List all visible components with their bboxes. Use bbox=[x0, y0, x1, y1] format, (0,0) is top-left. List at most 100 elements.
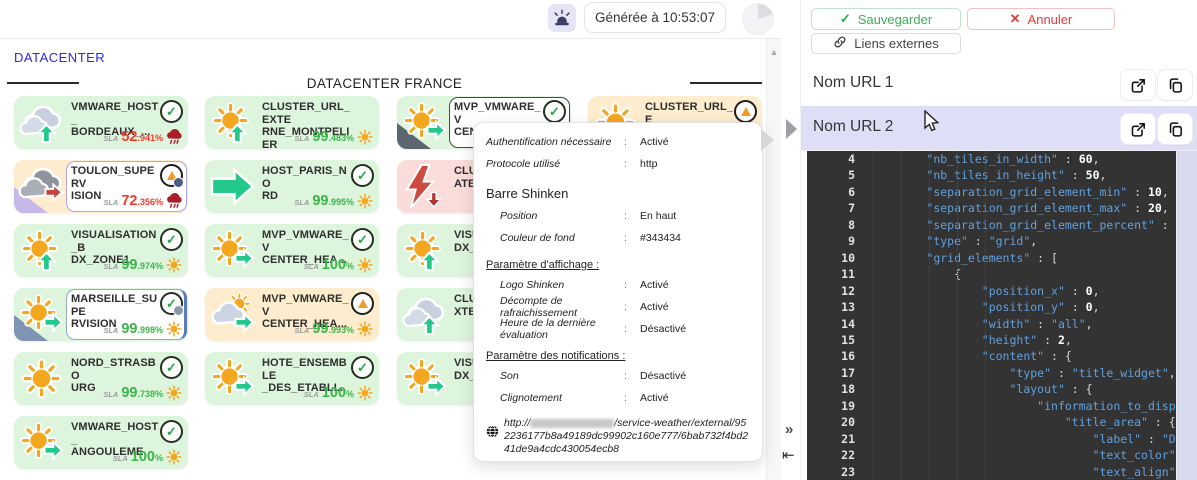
code-line[interactable]: 21 "label" : "DA bbox=[807, 431, 1176, 447]
sun-up-icon bbox=[18, 227, 65, 274]
service-tile[interactable]: VMWARE_HOST_ BORDEAUX_...SLA52.941%✓ bbox=[14, 96, 188, 149]
service-tile[interactable]: MVP_VMWARE_V CENTER_HEA...SLA99.993% bbox=[205, 288, 379, 341]
sun-mini-icon bbox=[357, 257, 373, 273]
service-tile[interactable]: HOST_PARIS_NO RDSLA99.995%✓ bbox=[205, 160, 379, 213]
cloud-up-icon bbox=[18, 99, 65, 146]
service-tile[interactable]: MARSEILLE_SUPE RVISIONSLA99.998%✓ bbox=[14, 288, 188, 341]
service-tile[interactable]: NORD_STRASBO URGSLA99.738%✓ bbox=[14, 352, 188, 405]
sun-right-icon bbox=[401, 355, 448, 402]
service-tile[interactable]: HOTE_ENSEMBLE _DES_ETABLI...SLA100%✓ bbox=[205, 352, 379, 405]
indent-guide bbox=[873, 151, 874, 480]
line-number: 23 bbox=[807, 464, 871, 480]
service-tile[interactable]: VISUALISATION_B DX_ZONE1SLA99.974%✓ bbox=[14, 224, 188, 277]
status-ok-badge: ✓ bbox=[351, 356, 374, 379]
sla-value: SLA99.998% bbox=[103, 321, 182, 337]
copy-url-button[interactable] bbox=[1157, 69, 1193, 101]
generated-time-button[interactable]: Générée à 10:53:07 bbox=[584, 2, 726, 33]
sun-mini-icon bbox=[166, 257, 182, 273]
url-config-panel: ✓ Sauvegarder ✕ Annuler Liens externes N… bbox=[800, 0, 1197, 480]
external-links-button[interactable]: Liens externes bbox=[811, 33, 961, 54]
code-line[interactable]: 9 "type" : "grid", bbox=[807, 233, 1176, 249]
globe-icon bbox=[486, 417, 504, 456]
editor-scrollbar[interactable] bbox=[1176, 151, 1197, 480]
cloud-up-icon bbox=[401, 291, 448, 338]
tooltip-property-row: Clignotement:Activé bbox=[486, 387, 750, 409]
bolt-down-icon bbox=[401, 163, 448, 210]
code-line[interactable]: 15 "height" : 2, bbox=[807, 332, 1176, 348]
dashboard-title-row: DATACENTER FRANCE bbox=[0, 74, 766, 92]
tooltip-property-row: Position:En haut bbox=[486, 205, 750, 227]
service-tile[interactable]: CLUSTER_URL_EXTE RNE_MONTPELIERSLA99.483… bbox=[205, 96, 379, 149]
sun-up-icon bbox=[209, 99, 256, 146]
check-icon: ✓ bbox=[840, 11, 851, 27]
refresh-timer-icon[interactable] bbox=[742, 3, 774, 35]
x-icon: ✕ bbox=[1010, 11, 1021, 27]
tooltip-section-title: Barre Shinken bbox=[486, 175, 750, 205]
code-line[interactable]: 22 "text_color" bbox=[807, 447, 1176, 463]
sun-mini-icon bbox=[166, 321, 182, 337]
sun-right-icon bbox=[18, 291, 65, 338]
sla-value: SLA99.993% bbox=[294, 321, 373, 337]
code-line[interactable]: 23 "text_align" bbox=[807, 464, 1176, 480]
code-line[interactable]: 19 "information_to_disp bbox=[807, 398, 1176, 414]
code-line[interactable]: 12 "position_x" : 0, bbox=[807, 283, 1176, 299]
line-number: 5 bbox=[807, 167, 871, 183]
tooltip-property-row: Authentification nécessaire:Activé bbox=[486, 131, 750, 153]
sla-value: SLA100% bbox=[304, 257, 373, 273]
code-line[interactable]: 8 "separation_grid_element_percent" : bbox=[807, 217, 1176, 233]
service-tile[interactable]: MVP_VMWARE_V CENTER_HEA...SLA100%✓ bbox=[205, 224, 379, 277]
open-url-button[interactable] bbox=[1120, 69, 1156, 101]
save-button[interactable]: ✓ Sauvegarder bbox=[811, 8, 961, 30]
code-line[interactable]: 20 "title_area" : { bbox=[807, 414, 1176, 430]
copy-url-button[interactable] bbox=[1157, 113, 1193, 145]
service-details-tooltip: Authentification nécessaire:ActivéProtoc… bbox=[473, 122, 763, 462]
line-number: 15 bbox=[807, 332, 871, 348]
sla-value: SLA99.738% bbox=[103, 385, 182, 401]
code-line[interactable]: 16 "content" : { bbox=[807, 348, 1176, 364]
code-line[interactable]: 13 "position_y" : 0, bbox=[807, 299, 1176, 315]
service-tile[interactable]: TOULON_SUPERV ISIONSLA72.356% bbox=[14, 160, 188, 213]
line-number: 9 bbox=[807, 233, 871, 249]
code-editor[interactable]: 4 "nb_tiles_in_width" : 60,5 "nb_tiles_i… bbox=[807, 151, 1176, 480]
sun-mini-icon bbox=[166, 449, 182, 465]
status-ok-badge: ✓ bbox=[160, 100, 183, 123]
open-url-button[interactable] bbox=[1120, 113, 1156, 145]
code-line[interactable]: 17 "type" : "title_widget", bbox=[807, 365, 1176, 381]
status-ok-badge: ✓ bbox=[160, 420, 183, 443]
indent-guide bbox=[901, 151, 902, 480]
url-item-1[interactable]: Nom URL 1 bbox=[801, 62, 1197, 107]
collapse-panel-icon[interactable]: » bbox=[785, 421, 793, 438]
tab-datacenter[interactable]: DATACENTER bbox=[14, 50, 105, 65]
status-ok-badge: ✓ bbox=[543, 100, 566, 123]
code-line[interactable]: 18 "layout" : { bbox=[807, 381, 1176, 397]
code-line[interactable]: 11 { bbox=[807, 266, 1176, 282]
code-line[interactable]: 4 "nb_tiles_in_width" : 60, bbox=[807, 151, 1176, 167]
sun-up-icon bbox=[401, 227, 448, 274]
tooltip-subsection-title: Paramètre d'affichage : bbox=[486, 249, 750, 274]
sla-value: SLA100% bbox=[304, 385, 373, 401]
alarm-toggle-button[interactable] bbox=[548, 4, 576, 32]
scroll-up-icon[interactable]: ▲ bbox=[767, 47, 781, 57]
code-line[interactable]: 5 "nb_tiles_in_height" : 50, bbox=[807, 167, 1176, 183]
url-item-2[interactable]: Nom URL 2 bbox=[801, 106, 1197, 151]
line-number: 21 bbox=[807, 431, 871, 447]
tooltip-property-row: Décompte de rafraichissement:Activé bbox=[486, 296, 750, 318]
code-line[interactable]: 10 "grid_elements" : [ bbox=[807, 250, 1176, 266]
pin-panel-icon[interactable]: ⇤ bbox=[782, 446, 795, 464]
dashboard-scrollbar[interactable]: ▲ bbox=[766, 39, 781, 480]
sla-value: SLA99.974% bbox=[103, 257, 182, 273]
indent-guide bbox=[929, 151, 930, 480]
cancel-button[interactable]: ✕ Annuler bbox=[967, 8, 1115, 30]
service-url-row: http:///service-weather/external/9522361… bbox=[486, 417, 750, 456]
line-number: 14 bbox=[807, 316, 871, 332]
status-ok-badge: ✓ bbox=[351, 164, 374, 187]
service-tile[interactable]: VMWARE_HOST_ ANGOULEMESLA100%✓ bbox=[14, 416, 188, 469]
code-line[interactable]: 7 "separation_grid_element_max" : 20, bbox=[807, 200, 1176, 216]
indent-guide bbox=[957, 151, 958, 480]
code-line[interactable]: 14 "width" : "all", bbox=[807, 316, 1176, 332]
line-number: 13 bbox=[807, 299, 871, 315]
url-item-label: Nom URL 1 bbox=[813, 74, 893, 92]
clouds-red-icon bbox=[18, 163, 65, 210]
code-line[interactable]: 6 "separation_grid_element_min" : 10, bbox=[807, 184, 1176, 200]
status-warning-badge bbox=[351, 292, 374, 315]
